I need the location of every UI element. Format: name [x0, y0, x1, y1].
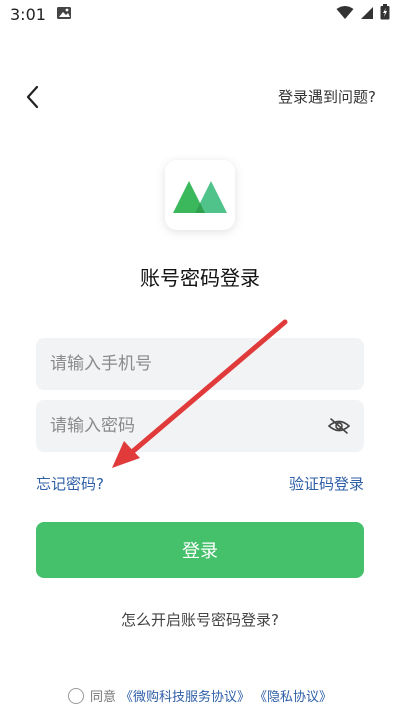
- battery-charging-icon: [380, 4, 390, 24]
- phone-field[interactable]: [36, 338, 364, 390]
- password-input[interactable]: [48, 415, 327, 437]
- agreement-row: 同意 《微购科技服务协议》 《隐私协议》: [0, 686, 400, 705]
- status-left: 3:01: [10, 5, 72, 24]
- how-to-enable-link[interactable]: 怎么开启账号密码登录?: [0, 609, 400, 630]
- back-button[interactable]: [18, 82, 48, 112]
- signal-icon: [360, 5, 374, 24]
- status-bar: 3:01: [0, 0, 400, 28]
- status-right: [336, 4, 390, 24]
- app-logo: [165, 160, 235, 230]
- page-title: 账号密码登录: [140, 266, 260, 290]
- status-time: 3:01: [10, 4, 46, 24]
- chevron-left-icon: [26, 85, 39, 109]
- eye-off-icon: [328, 418, 351, 434]
- image-notification-icon: [56, 5, 72, 24]
- password-visibility-toggle[interactable]: [327, 412, 352, 440]
- agreement-checkbox[interactable]: [67, 687, 84, 704]
- service-agreement-link[interactable]: 《微购科技服务协议》: [120, 686, 250, 705]
- mountain-logo-icon: [173, 181, 227, 213]
- agreement-prefix: 同意: [89, 690, 116, 705]
- help-link[interactable]: 登录遇到问题?: [278, 86, 376, 107]
- password-field[interactable]: [36, 400, 364, 452]
- wifi-icon: [336, 5, 354, 24]
- forgot-password-link[interactable]: 忘记密码?: [36, 473, 104, 494]
- login-button[interactable]: 登录: [36, 522, 364, 578]
- code-login-link[interactable]: 验证码登录: [289, 473, 364, 494]
- privacy-agreement-link[interactable]: 《隐私协议》: [254, 686, 332, 705]
- login-screen: 3:01 登录遇到问题? 账号密码登录 请输入手机号 忘记密码? 验证码登录 登…: [0, 0, 400, 711]
- phone-input[interactable]: [48, 353, 352, 375]
